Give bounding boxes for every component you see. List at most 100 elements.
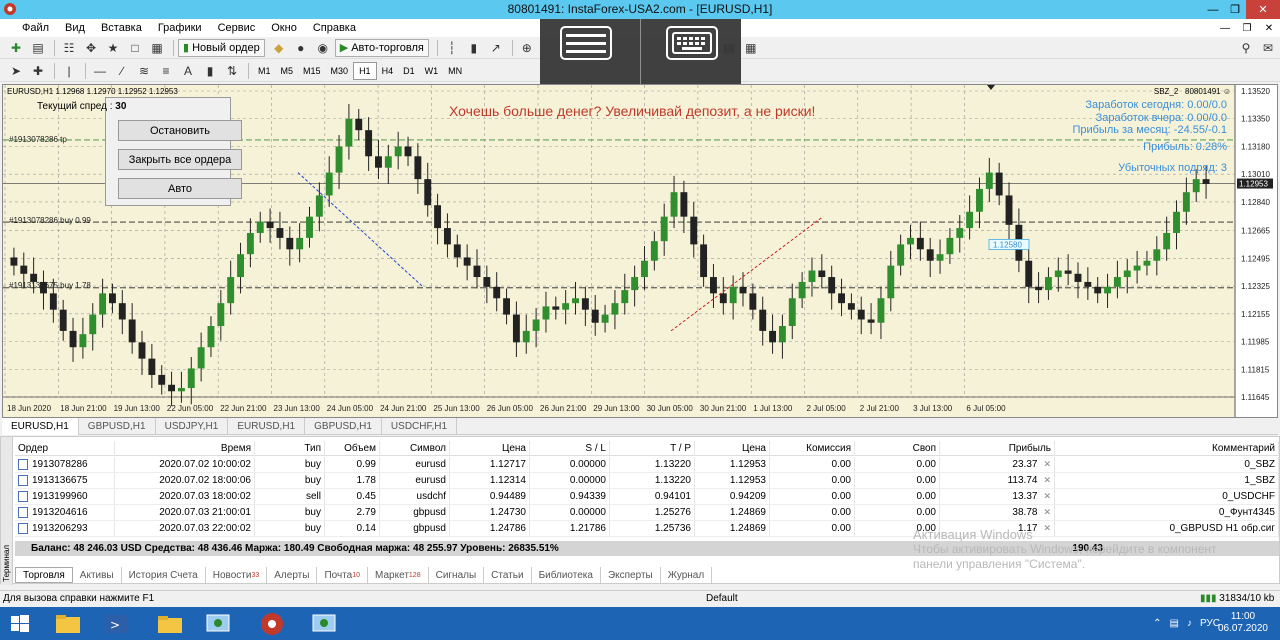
menu-overlay-icon[interactable] bbox=[560, 26, 612, 60]
minimize-icon[interactable]: — bbox=[1202, 0, 1224, 19]
profiles-icon[interactable]: ▤ bbox=[28, 39, 48, 57]
signals-icon[interactable]: ● bbox=[291, 39, 311, 57]
terminal-tab-4[interactable]: Алерты bbox=[267, 567, 318, 583]
channel-icon[interactable]: ≋ bbox=[134, 62, 154, 80]
close-all-orders-button[interactable]: Закрыть все ордера bbox=[118, 149, 242, 170]
timeframe-mn[interactable]: MN bbox=[443, 62, 467, 80]
menu-charts[interactable]: Графики bbox=[150, 22, 210, 34]
terminal-tab-5[interactable]: Почта 10 bbox=[317, 567, 369, 583]
text-icon[interactable]: A bbox=[178, 62, 198, 80]
timeframe-h4[interactable]: H4 bbox=[377, 62, 399, 80]
column-header-time[interactable]: Время bbox=[115, 441, 255, 456]
market-icon[interactable]: ◉ bbox=[313, 39, 333, 57]
chat-icon[interactable]: ✉ bbox=[1258, 39, 1278, 57]
timeframe-m1[interactable]: M1 bbox=[253, 62, 276, 80]
column-header-commission[interactable]: Комиссия bbox=[770, 441, 855, 456]
timeframe-d1[interactable]: D1 bbox=[398, 62, 420, 80]
fibonacci-icon[interactable]: ≡ bbox=[156, 62, 176, 80]
powershell-icon[interactable]: > bbox=[96, 610, 136, 638]
menu-help[interactable]: Справка bbox=[305, 22, 364, 34]
column-header-price[interactable]: Цена bbox=[450, 441, 530, 456]
search-icon[interactable]: ⚲ bbox=[1236, 39, 1256, 57]
menu-tools[interactable]: Сервис bbox=[210, 22, 264, 34]
bar-chart-icon[interactable]: ┆ bbox=[442, 39, 462, 57]
menu-window[interactable]: Окно bbox=[263, 22, 305, 34]
restore-icon[interactable]: ❐ bbox=[1224, 0, 1246, 19]
tray-chevron-icon[interactable]: ⌃ bbox=[1153, 618, 1161, 629]
volume-icon[interactable]: ♪ bbox=[1187, 618, 1192, 629]
remote-desktop-icon-2[interactable] bbox=[304, 610, 344, 638]
child-close-icon[interactable]: ✕ bbox=[1258, 19, 1280, 37]
terminal-tab-11[interactable]: Журнал bbox=[661, 567, 713, 583]
market-watch-icon[interactable]: ☷ bbox=[59, 39, 79, 57]
terminal-tab-8[interactable]: Статьи bbox=[484, 567, 532, 583]
line-chart-icon[interactable]: ↗ bbox=[486, 39, 506, 57]
tab-usdjpy-h1[interactable]: USDJPY,H1 bbox=[156, 418, 229, 435]
close-order-icon[interactable]: ✕ bbox=[1043, 475, 1051, 486]
close-order-icon[interactable]: ✕ bbox=[1043, 491, 1051, 502]
data-window-icon[interactable]: ✥ bbox=[81, 39, 101, 57]
close-order-icon[interactable]: ✕ bbox=[1043, 459, 1051, 470]
terminal-tab-6[interactable]: Маркет 128 bbox=[368, 567, 429, 583]
order-row[interactable]: 1913136675 2020.07.02 18:00:06 buy 1.78 euru… bbox=[15, 473, 1279, 489]
tab-gbpusd-h1[interactable]: GBPUSD,H1 bbox=[79, 418, 156, 435]
column-header-volume[interactable]: Объем bbox=[325, 441, 380, 456]
terminal-icon[interactable]: □ bbox=[125, 39, 145, 57]
terminal-tab-7[interactable]: Сигналы bbox=[429, 567, 485, 583]
child-minimize-icon[interactable]: — bbox=[1214, 19, 1236, 37]
horizontal-line-icon[interactable]: — bbox=[90, 62, 110, 80]
stop-button[interactable]: Остановить bbox=[118, 120, 242, 141]
windows-start-icon[interactable] bbox=[0, 610, 40, 638]
new-chart-icon[interactable]: ✚ bbox=[6, 39, 26, 57]
column-header-comment[interactable]: Комментарий bbox=[1055, 441, 1279, 456]
templates-icon[interactable]: ▦ bbox=[741, 39, 761, 57]
auto-button[interactable]: Авто bbox=[118, 178, 242, 199]
vertical-line-icon[interactable]: | bbox=[59, 62, 79, 80]
remote-desktop-icon[interactable] bbox=[198, 610, 238, 638]
terminal-tab-1[interactable]: Активы bbox=[73, 567, 122, 583]
column-header-tp[interactable]: T / P bbox=[610, 441, 695, 456]
tab-usdchf-h1[interactable]: USDCHF,H1 bbox=[382, 418, 458, 435]
metatrader-icon[interactable] bbox=[252, 610, 292, 638]
new-order-button[interactable]: ▮ Новый ордер bbox=[178, 38, 265, 57]
timeframe-m5[interactable]: M5 bbox=[276, 62, 299, 80]
candlestick-icon[interactable]: ▮ bbox=[464, 39, 484, 57]
crosshair-icon[interactable]: ✚ bbox=[28, 62, 48, 80]
column-header-type[interactable]: Тип bbox=[255, 441, 325, 456]
close-icon[interactable]: ✕ bbox=[1246, 0, 1280, 19]
menu-insert[interactable]: Вставка bbox=[93, 22, 150, 34]
column-header-sl[interactable]: S / L bbox=[530, 441, 610, 456]
order-row[interactable]: 1913204616 2020.07.03 21:00:01 buy 2.79 gbpu… bbox=[15, 505, 1279, 521]
auto-trading-button[interactable]: ▶ Авто-торговля bbox=[334, 38, 429, 57]
zoom-in-icon[interactable]: ⊕ bbox=[517, 39, 537, 57]
column-header-order[interactable]: Ордер bbox=[15, 441, 115, 456]
child-restore-icon[interactable]: ❐ bbox=[1236, 19, 1258, 37]
meta-editor-icon[interactable]: ◆ bbox=[269, 39, 289, 57]
menu-file[interactable]: Файл bbox=[14, 22, 57, 34]
timeframe-w1[interactable]: W1 bbox=[420, 62, 444, 80]
timeframe-h1[interactable]: H1 bbox=[353, 61, 377, 80]
tab-eurusd-h1-2[interactable]: EURUSD,H1 bbox=[228, 418, 306, 435]
strategy-tester-icon[interactable]: ▦ bbox=[147, 39, 167, 57]
tab-eurusd-h1[interactable]: EURUSD,H1 bbox=[2, 418, 79, 435]
timeframe-m30[interactable]: M30 bbox=[326, 62, 354, 80]
timeframe-m15[interactable]: M15 bbox=[298, 62, 326, 80]
terminal-tab-2[interactable]: История Счета bbox=[122, 567, 206, 583]
arrows-icon[interactable]: ⇅ bbox=[222, 62, 242, 80]
close-order-icon[interactable]: ✕ bbox=[1043, 507, 1051, 518]
folder-icon[interactable] bbox=[150, 610, 190, 638]
column-header-swap[interactable]: Своп bbox=[855, 441, 940, 456]
menu-view[interactable]: Вид bbox=[57, 22, 93, 34]
label-icon[interactable]: ▮ bbox=[200, 62, 220, 80]
order-row[interactable]: 1913199960 2020.07.03 18:00:02 sell 0.45 usd… bbox=[15, 489, 1279, 505]
order-row[interactable]: 1913078286 2020.07.02 10:00:02 buy 0.99 euru… bbox=[15, 457, 1279, 473]
chart-window[interactable]: 1.13520 1.13350 1.13180 1.13010 1.12840 1.126… bbox=[2, 84, 1278, 418]
system-clock[interactable]: 11:00 06.07.2020 bbox=[1218, 611, 1268, 635]
tab-gbpusd-h1-2[interactable]: GBPUSD,H1 bbox=[305, 418, 382, 435]
keyboard-overlay-icon[interactable] bbox=[666, 26, 718, 60]
terminal-tab-9[interactable]: Библиотека bbox=[532, 567, 601, 583]
terminal-tab-10[interactable]: Эксперты bbox=[601, 567, 661, 583]
column-header-current-price[interactable]: Цена bbox=[695, 441, 770, 456]
terminal-tab-3[interactable]: Новости 33 bbox=[206, 567, 268, 583]
column-header-profit[interactable]: Прибыль bbox=[940, 441, 1055, 456]
